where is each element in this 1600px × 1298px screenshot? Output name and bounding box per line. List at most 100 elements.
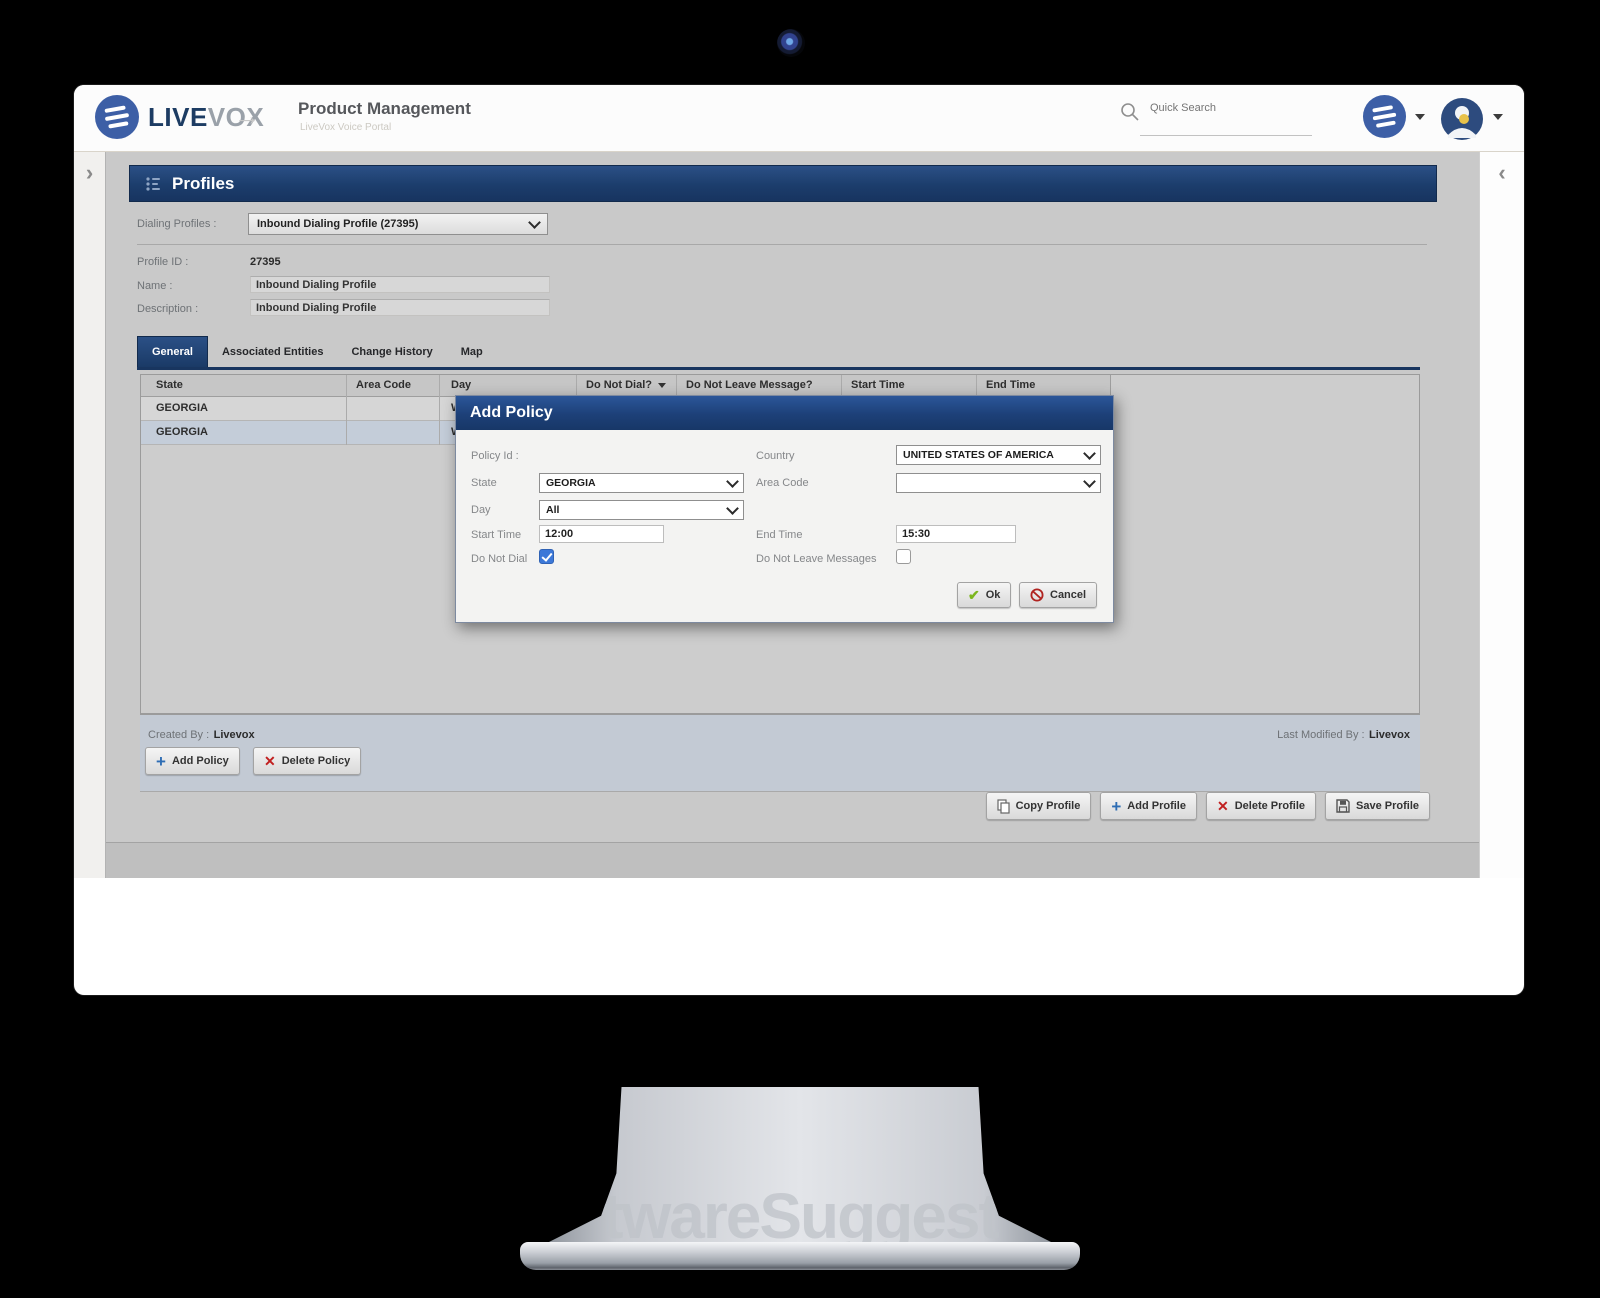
dialog-titlebar: Add Policy [456, 396, 1113, 430]
app-body: › ‹ Profiles Dialing Profiles [74, 152, 1524, 878]
cell-state: GEORGIA [156, 402, 208, 414]
tab-underline [137, 367, 1420, 370]
do-not-dial-label: Do Not Dial [471, 553, 527, 565]
tab-change-history[interactable]: Change History [337, 337, 446, 367]
profile-id-value: 27395 [250, 256, 281, 268]
col-state: State [156, 379, 183, 391]
cancel-button[interactable]: Cancel [1019, 582, 1097, 608]
country-value: UNITED STATES OF AMERICA [903, 449, 1054, 461]
chevron-down-icon [1083, 475, 1096, 488]
created-by-label: Created By : [148, 729, 209, 741]
col-do-not-dial[interactable]: Do Not Dial? [586, 379, 666, 391]
tab-general[interactable]: General [137, 336, 208, 367]
policy-id-label: Policy Id : [471, 450, 519, 462]
do-not-leave-messages-label: Do Not Leave Messages [756, 553, 876, 565]
chevron-down-icon [726, 502, 739, 515]
chevron-left-icon: ‹ [1498, 160, 1505, 186]
x-icon: ✕ [1217, 799, 1229, 813]
save-profile-label: Save Profile [1356, 800, 1419, 812]
do-not-dial-checkbox[interactable] [539, 549, 554, 564]
logo-live: LIVE [148, 102, 208, 132]
cell-state: GEORGIA [156, 426, 208, 438]
description-field[interactable]: Inbound Dialing Profile [250, 299, 550, 316]
delete-profile-button[interactable]: ✕ Delete Profile [1206, 792, 1316, 820]
add-profile-button[interactable]: + Add Profile [1100, 792, 1197, 820]
cancel-icon [1030, 588, 1044, 602]
copy-icon [997, 799, 1010, 814]
day-label: Day [471, 504, 491, 516]
profile-actions: Copy Profile + Add Profile ✕ Delete Prof… [986, 792, 1430, 820]
add-policy-label: Add Policy [172, 755, 229, 767]
search-input[interactable] [1148, 101, 1302, 115]
menu-caret-icon[interactable] [1415, 114, 1425, 120]
filter-caret-icon[interactable] [658, 383, 666, 388]
delete-profile-label: Delete Profile [1235, 800, 1305, 812]
do-not-leave-messages-checkbox[interactable] [896, 549, 911, 564]
check-icon: ✔ [968, 588, 980, 602]
copy-profile-button[interactable]: Copy Profile [986, 792, 1092, 820]
livevox-logo-icon [94, 94, 140, 140]
section-title: Profiles [172, 174, 234, 194]
last-modified-by: Last Modified By : Livevox [1277, 725, 1410, 743]
col-start-time: Start Time [851, 379, 905, 391]
country-select[interactable]: UNITED STATES OF AMERICA [896, 445, 1101, 465]
monitor-stand-neck: twareSuggest [545, 1087, 1055, 1244]
name-label: Name : [137, 280, 172, 292]
day-value: All [546, 504, 559, 516]
last-modified-value: Livevox [1369, 729, 1410, 741]
country-label: Country [756, 450, 795, 462]
state-select[interactable]: GEORGIA [539, 473, 744, 493]
left-panel-collapser[interactable]: › [74, 152, 106, 878]
end-time-input[interactable]: 15:30 [896, 525, 1016, 543]
col-do-not-leave-message: Do Not Leave Message? [686, 379, 813, 391]
footer-band: Created By : Livevox Last Modified By : … [140, 714, 1420, 791]
save-icon [1336, 799, 1350, 813]
arrow-right-icon: → [234, 101, 260, 132]
app-screenshot: LIVEVOX → Product Management LiveVox Voi… [74, 85, 1524, 878]
name-field[interactable]: Inbound Dialing Profile [250, 276, 550, 293]
user-avatar[interactable] [1440, 97, 1484, 141]
x-icon: ✕ [264, 754, 276, 768]
col-area-code: Area Code [356, 379, 411, 391]
area-code-select[interactable] [896, 473, 1101, 493]
area-code-label: Area Code [756, 477, 809, 489]
app-header: LIVEVOX → Product Management LiveVox Voi… [74, 85, 1524, 152]
column-divider [346, 375, 347, 445]
state-value: GEORGIA [546, 477, 596, 489]
avatar-caret-icon[interactable] [1493, 114, 1503, 120]
livevox-menu-icon[interactable] [1362, 94, 1407, 139]
monitor-stand-base [520, 1242, 1080, 1270]
monitor-frame: LIVEVOX → Product Management LiveVox Voi… [74, 85, 1524, 995]
webcam-icon [777, 29, 805, 57]
divider [137, 244, 1427, 245]
page-title: Product Management [298, 99, 471, 119]
start-time-input[interactable]: 12:00 [539, 525, 664, 543]
plus-icon: + [156, 753, 166, 770]
ok-button[interactable]: ✔ Ok [957, 582, 1011, 608]
add-profile-label: Add Profile [1127, 800, 1186, 812]
search-underline [1140, 135, 1312, 136]
chevron-right-icon: › [86, 160, 93, 186]
day-select[interactable]: All [539, 500, 744, 520]
table-header-row: State Area Code Day Do Not Dial? Do Not … [141, 375, 1111, 397]
tab-associated-entities[interactable]: Associated Entities [208, 337, 337, 367]
search-icon [1120, 102, 1140, 122]
dialing-profiles-label: Dialing Profiles : [137, 218, 216, 230]
delete-policy-label: Delete Policy [282, 755, 350, 767]
created-by: Created By : Livevox [148, 725, 255, 743]
tab-map[interactable]: Map [447, 337, 497, 367]
plus-icon: + [1111, 798, 1121, 815]
start-time-label: Start Time [471, 529, 521, 541]
save-profile-button[interactable]: Save Profile [1325, 792, 1430, 820]
col-end-time: End Time [986, 379, 1035, 391]
profiles-section-header: Profiles [129, 165, 1437, 202]
right-panel-collapser[interactable]: ‹ [1479, 152, 1524, 878]
delete-policy-button[interactable]: ✕ Delete Policy [253, 747, 361, 775]
dialing-profiles-value: Inbound Dialing Profile (27395) [257, 218, 418, 230]
dialing-profiles-select[interactable]: Inbound Dialing Profile (27395) [248, 213, 548, 235]
add-policy-button[interactable]: + Add Policy [145, 747, 240, 775]
page: LIVEVOX → Product Management LiveVox Voi… [0, 0, 1600, 1298]
col-day: Day [451, 379, 471, 391]
profile-id-label: Profile ID : [137, 256, 188, 268]
chevron-down-icon [726, 475, 739, 488]
